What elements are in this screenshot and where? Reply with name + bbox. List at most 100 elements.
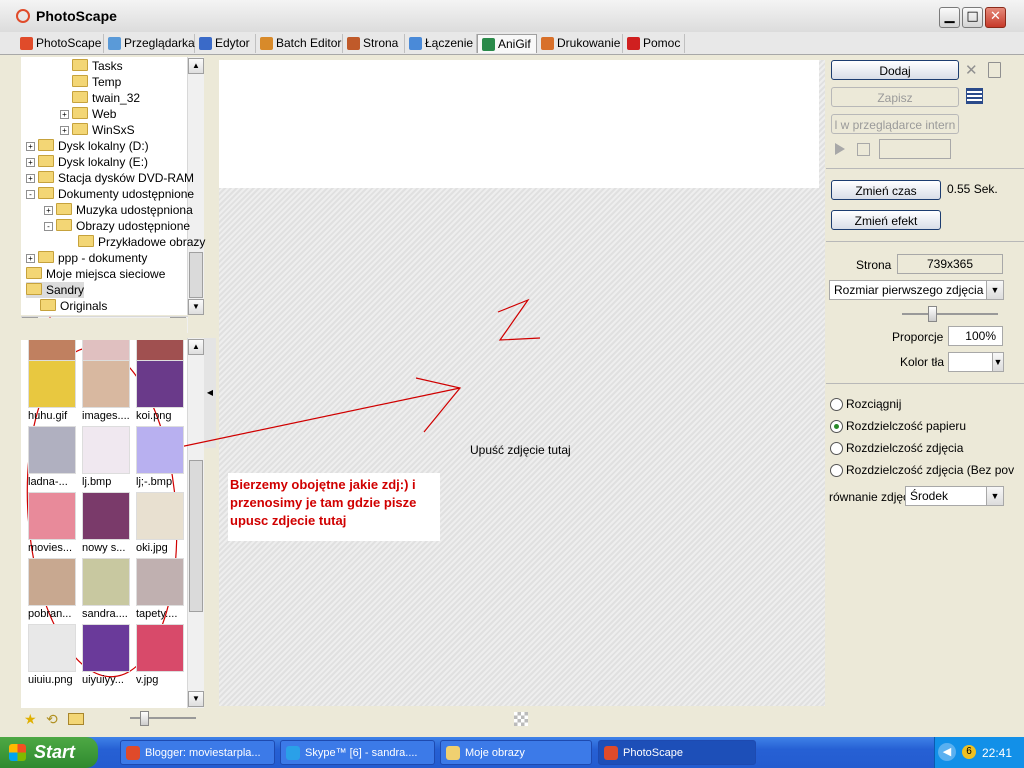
- expand-toggle[interactable]: +: [60, 110, 69, 119]
- tab-label: Edytor: [215, 36, 250, 50]
- tray-badge[interactable]: 6: [962, 745, 976, 759]
- page-label: Strona: [856, 258, 892, 272]
- thumbnail[interactable]: lj;-.bmp: [136, 426, 190, 488]
- tab-batch editor[interactable]: Batch Editor: [256, 34, 343, 53]
- remove-icon[interactable]: ✕: [965, 61, 978, 79]
- bg-color-picker[interactable]: ▼: [948, 352, 1004, 372]
- tab-łączenie[interactable]: Łączenie: [405, 34, 477, 53]
- proportion-slider-handle[interactable]: [928, 306, 937, 322]
- annotation-letter-z: [497, 298, 541, 341]
- taskbar-item[interactable]: PhotoScape: [598, 740, 756, 765]
- expand-toggle[interactable]: -: [44, 222, 53, 231]
- thumbnail[interactable]: pobran...: [28, 558, 82, 620]
- thumbnail[interactable]: nowy s...: [82, 492, 136, 554]
- start-button[interactable]: Start: [0, 737, 98, 768]
- clock[interactable]: 22:41: [982, 746, 1012, 760]
- tree-item[interactable]: Sandry: [26, 282, 85, 298]
- tree-item[interactable]: - Obrazy udostępnione: [44, 218, 190, 234]
- thumbnail[interactable]: lj.bmp: [82, 426, 136, 488]
- tree-item[interactable]: + WinSxS: [60, 122, 135, 138]
- expand-toggle[interactable]: +: [26, 174, 35, 183]
- tree-item-label: Temp: [92, 75, 122, 89]
- taskbar-item[interactable]: Moje obrazy: [440, 740, 592, 765]
- proportion-input[interactable]: 100%: [948, 326, 1003, 346]
- folder-icon: [72, 75, 88, 87]
- thumbnail[interactable]: tapety....: [136, 558, 190, 620]
- thumbnail[interactable]: huhu.gif: [28, 360, 82, 422]
- tree-item[interactable]: + Web: [60, 106, 116, 122]
- expand-toggle[interactable]: +: [26, 142, 35, 151]
- thumbnail-label: oki.jpg: [136, 542, 168, 554]
- taskbar-item-icon: [446, 746, 460, 760]
- expand-toggle[interactable]: +: [26, 254, 35, 263]
- tree-item-label: Dysk lokalny (E:): [58, 155, 149, 169]
- thumbnail[interactable]: uiuiu.png: [28, 624, 82, 686]
- tree-item[interactable]: + ppp - dokumenty: [26, 250, 147, 266]
- add-button[interactable]: Dodaj: [831, 60, 959, 80]
- thumbnail[interactable]: images....: [82, 360, 136, 422]
- tab-anigif[interactable]: AniGif: [477, 34, 537, 53]
- tab-icon: [260, 37, 273, 50]
- tree-item[interactable]: + Stacja dysków DVD-RAM: [26, 170, 194, 186]
- save-button[interactable]: Zapisz: [831, 87, 959, 107]
- thumbnail[interactable]: koi.png: [136, 360, 190, 422]
- tab-przeglądarka[interactable]: Przeglądarka: [104, 34, 195, 53]
- thumbnail[interactable]: oki.jpg: [136, 492, 190, 554]
- tree-item[interactable]: - Dokumenty udostępnione: [26, 186, 194, 202]
- folder-icon: [38, 155, 54, 167]
- taskbar-item-label: Moje obrazy: [465, 747, 525, 759]
- thumbnail[interactable]: ladna-...: [28, 426, 82, 488]
- tree-item[interactable]: + Dysk lokalny (D:): [26, 138, 149, 154]
- tab-drukowanie[interactable]: Drukowanie: [537, 34, 623, 53]
- thumbnail[interactable]: sandra....: [82, 558, 136, 620]
- chevron-down-icon[interactable]: ▼: [986, 487, 1003, 505]
- expand-toggle[interactable]: -: [26, 190, 35, 199]
- play-icon[interactable]: [835, 143, 845, 155]
- tree-item[interactable]: twain_32: [72, 90, 140, 106]
- thumbnail[interactable]: v.jpg: [136, 624, 190, 686]
- align-select-value: Środek: [910, 489, 949, 503]
- tree-item[interactable]: Temp: [72, 74, 121, 90]
- thumbnail[interactable]: movies...: [28, 492, 82, 554]
- tab-strona[interactable]: Strona: [343, 34, 405, 53]
- expand-toggle[interactable]: +: [44, 206, 53, 215]
- tree-item-label: Web: [92, 107, 117, 121]
- thumbnail-image: [28, 558, 76, 606]
- tree-item[interactable]: Originals: [40, 298, 107, 314]
- expand-toggle[interactable]: +: [26, 158, 35, 167]
- tab-edytor[interactable]: Edytor: [195, 34, 256, 53]
- tree-item[interactable]: + Dysk lokalny (E:): [26, 154, 148, 170]
- taskbar-item-icon: [604, 746, 618, 760]
- tab-icon: [482, 38, 495, 51]
- list-icon[interactable]: [966, 88, 983, 104]
- tree-item[interactable]: Przykładowe obrazy: [78, 234, 205, 250]
- radio-option[interactable]: Rozdzielczość zdjęcia (Bez pov: [830, 462, 1014, 478]
- size-select[interactable]: Rozmiar pierwszego zdjęcia ▼: [829, 280, 1004, 300]
- tree-item[interactable]: Tasks: [72, 58, 123, 74]
- radio-option[interactable]: Rozdzielczość zdjęcia: [830, 440, 963, 456]
- preview-browser-button[interactable]: l w przeglądarce intern: [831, 114, 959, 134]
- radio-option[interactable]: Rozdzielczość papieru: [830, 418, 966, 434]
- chevron-down-icon[interactable]: ▼: [992, 353, 1003, 371]
- tree-item[interactable]: Moje miejsca sieciowe: [26, 266, 165, 282]
- page-size-value: 739x365: [897, 254, 1003, 274]
- folder-icon: [38, 171, 54, 183]
- taskbar-item[interactable]: Blogger: moviestarpla...: [120, 740, 275, 765]
- thumbnail[interactable]: uiyuiyy...: [82, 624, 136, 686]
- proportion-slider[interactable]: [902, 313, 998, 315]
- chevron-down-icon[interactable]: ▼: [986, 281, 1003, 299]
- align-select[interactable]: Środek ▼: [905, 486, 1004, 506]
- tab-pomoc[interactable]: Pomoc: [623, 34, 685, 53]
- taskbar-item[interactable]: Skype™ [6] - sandra....: [280, 740, 435, 765]
- thumbnail-label: pobran...: [28, 608, 72, 620]
- expand-toggle[interactable]: +: [60, 126, 69, 135]
- folder-icon: [38, 187, 54, 199]
- trash-icon[interactable]: [988, 62, 1001, 78]
- tray-collapse-icon[interactable]: ◀: [938, 743, 956, 761]
- radio-option[interactable]: Rozciągnij: [830, 396, 901, 412]
- stop-icon[interactable]: [857, 143, 870, 156]
- change-time-button[interactable]: Zmień czas: [831, 180, 941, 200]
- tree-item[interactable]: + Muzyka udostępniona: [44, 202, 193, 218]
- change-effect-button[interactable]: Zmień efekt: [831, 210, 941, 230]
- tab-photoscape[interactable]: PhotoScape: [16, 34, 104, 53]
